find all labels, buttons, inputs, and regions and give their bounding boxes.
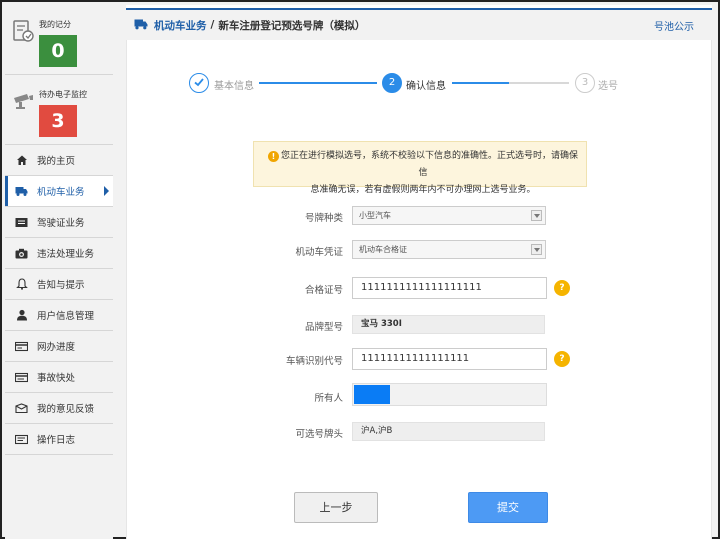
step-label-confirm: 确认信息	[406, 81, 446, 92]
content-area: 基本信息 2 确认信息 3 选号 ! 您正在进行模拟选号，系统不校验以下信息的准确…	[126, 40, 712, 539]
warning-icon: !	[268, 151, 279, 162]
sidebar-item-label: 违法处理业务	[37, 249, 95, 260]
page-header: 机动车业务 / 新车注册登记预选号牌（模拟） 号池公示	[126, 8, 712, 40]
select-value: 小型汽车	[359, 211, 391, 220]
breadcrumb-section[interactable]: 机动车业务	[154, 18, 207, 33]
brand-model-label: 品牌型号	[304, 322, 343, 333]
accident-card-icon	[15, 371, 28, 384]
monitor-badge: 3	[39, 105, 77, 137]
plate-prefix-label: 可选号牌头	[295, 429, 343, 440]
plate-prefix-value: 沪A,沪B	[352, 422, 545, 441]
step-number: 2	[382, 73, 402, 93]
plate-type-label: 号牌种类	[304, 213, 343, 224]
truck-icon	[134, 18, 148, 33]
chevron-down-icon	[531, 210, 542, 221]
plate-type-select[interactable]: 小型汽车	[352, 206, 546, 225]
step-label-select: 选号	[598, 81, 618, 92]
sidebar-item-violation[interactable]: 违法处理业务	[5, 238, 113, 269]
select-value: 机动车合格证	[359, 245, 407, 254]
owner-field[interactable]	[352, 383, 547, 406]
plate-pool-link[interactable]: 号池公示	[654, 18, 694, 33]
sidebar-item-label: 事故快处	[37, 373, 76, 384]
home-icon	[15, 154, 28, 167]
main-panel: 机动车业务 / 新车注册登记预选号牌（模拟） 号池公示 基本信息 2 确认信息 …	[126, 5, 712, 539]
sidebar-item-label: 告知与提示	[37, 280, 85, 291]
step-done-check-icon	[189, 73, 209, 93]
sidebar-item-license[interactable]: 驾驶证业务	[5, 207, 113, 238]
notice-line-1: 您正在进行模拟选号，系统不校验以下信息的准确性。正式选号时，请确保信	[281, 151, 579, 178]
sidebar-item-notice[interactable]: 告知与提示	[5, 269, 113, 300]
owner-label: 所有人	[314, 393, 343, 404]
step-connector	[452, 82, 509, 84]
submit-button[interactable]: 提交	[468, 492, 548, 523]
sidebar-item-accident[interactable]: 事故快处	[5, 362, 113, 393]
step-number: 3	[575, 73, 595, 93]
page-title: 新车注册登记预选号牌（模拟）	[218, 19, 366, 32]
vehicle-cert-label: 机动车凭证	[295, 247, 343, 258]
notice-line-2: 息准确无误，若有虚假则两年内不可办理网上选号业务。	[310, 185, 536, 195]
camera-icon	[15, 247, 28, 260]
log-icon	[15, 433, 28, 446]
step-connector	[509, 82, 569, 84]
stat-title: 我的记分	[39, 20, 71, 29]
help-icon[interactable]: ?	[554, 280, 570, 296]
sidebar-item-label: 操作日志	[37, 435, 76, 446]
bell-icon	[15, 278, 28, 291]
stat-pending-monitor[interactable]: 待办电子监控 3	[5, 75, 113, 145]
brand-model-value: 宝马 330I	[352, 315, 545, 334]
points-badge: 0	[39, 35, 77, 67]
sidebar-item-label: 我的意见反馈	[37, 404, 95, 415]
sidebar-item-home[interactable]: 我的主页	[5, 145, 113, 176]
vin-label: 车辆识别代号	[285, 356, 343, 367]
cctv-camera-icon	[11, 89, 35, 113]
step-connector	[259, 82, 377, 84]
truck-icon	[15, 185, 28, 198]
cert-no-label: 合格证号	[304, 285, 343, 296]
vehicle-cert-select[interactable]: 机动车合格证	[352, 240, 546, 259]
sidebar-item-label: 我的主页	[37, 156, 76, 167]
license-card-icon	[15, 216, 28, 229]
simulation-notice: ! 您正在进行模拟选号，系统不校验以下信息的准确性。正式选号时，请确保信 息准确无…	[253, 141, 587, 195]
breadcrumb-separator: /	[210, 19, 215, 31]
feedback-icon	[15, 402, 28, 415]
owner-redacted-block	[354, 385, 390, 404]
cert-no-input[interactable]: 1111111111111111111	[352, 277, 547, 299]
help-icon[interactable]: ?	[554, 351, 570, 367]
sidebar-item-feedback[interactable]: 我的意见反馈	[5, 393, 113, 424]
user-icon	[15, 309, 28, 322]
progress-card-icon	[15, 340, 28, 353]
chevron-down-icon	[531, 244, 542, 255]
document-pen-icon	[11, 19, 35, 43]
vin-input[interactable]: 11111111111111111	[352, 348, 547, 370]
sidebar-item-log[interactable]: 操作日志	[5, 424, 113, 455]
sidebar-item-label: 网办进度	[37, 342, 76, 353]
sidebar-item-label: 机动车业务	[37, 187, 85, 198]
step-label-basic: 基本信息	[214, 81, 254, 92]
sidebar-item-progress[interactable]: 网办进度	[5, 331, 113, 362]
stat-my-points[interactable]: 我的记分 0	[5, 5, 113, 75]
sidebar-item-label: 用户信息管理	[37, 311, 95, 322]
stat-title: 待办电子监控	[39, 90, 87, 99]
sidebar-item-label: 驾驶证业务	[37, 218, 85, 229]
sidebar-item-vehicle[interactable]: 机动车业务	[5, 176, 113, 207]
sidebar-item-user-info[interactable]: 用户信息管理	[5, 300, 113, 331]
sidebar: 我的记分 0 待办电子监控 3 我的主页 机动车业务 驾驶证业务 违法处理业务	[5, 5, 113, 539]
caret-right-icon	[104, 186, 109, 196]
app-window: 我的记分 0 待办电子监控 3 我的主页 机动车业务 驾驶证业务 违法处理业务	[0, 0, 720, 539]
prev-step-button[interactable]: 上一步	[294, 492, 378, 523]
